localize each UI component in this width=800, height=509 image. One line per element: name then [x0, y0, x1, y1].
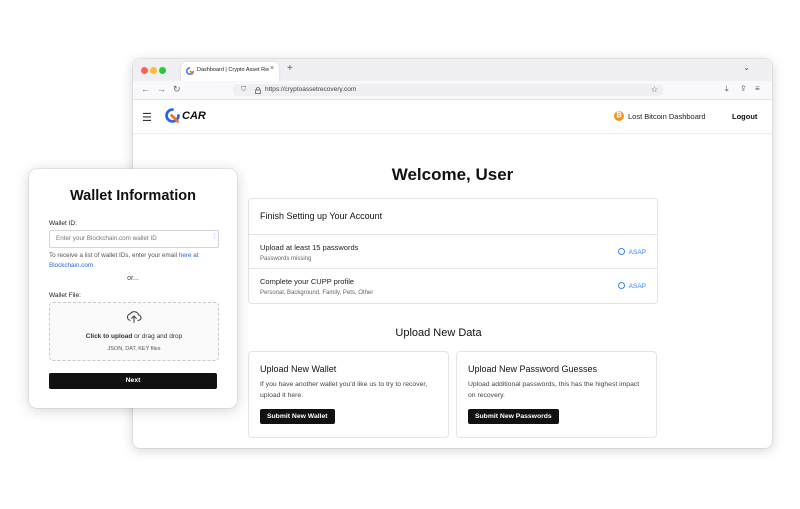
back-arrow-icon[interactable]: ← — [141, 84, 150, 94]
share-icon[interactable]: ⇪ — [740, 84, 747, 93]
input-cursor-icon: ⫶ — [213, 234, 215, 241]
setup-title: Finish Setting up Your Account — [260, 211, 383, 221]
or-divider: or... — [127, 275, 139, 282]
wallet-id-help-text: To receive a list of wallet IDs, enter y… — [49, 252, 199, 269]
new-tab-button[interactable]: + — [287, 63, 293, 74]
address-bar[interactable]: ⛉ https://cryptoassetrecovery.com ☆ — [233, 84, 663, 96]
submit-new-wallet-button[interactable]: Submit New Wallet — [260, 409, 335, 424]
wallet-information-modal: Wallet Information Wallet ID: Enter your… — [29, 169, 237, 408]
reload-icon[interactable]: ↻ — [173, 84, 181, 95]
minimize-window-button[interactable] — [150, 67, 157, 74]
lost-bitcoin-dashboard-link[interactable]: Lost Bitcoin Dashboard — [628, 112, 706, 121]
modal-title: Wallet Information — [70, 188, 196, 204]
car-logo-icon[interactable] — [164, 107, 181, 124]
url-text[interactable]: https://cryptoassetrecovery.com — [265, 86, 356, 93]
close-tab-icon[interactable]: × — [270, 65, 274, 72]
tab-title: Dashboard | Crypto Asset Reco — [197, 67, 269, 73]
setup-item[interactable]: Complete your CUPP profile Personal, Bac… — [249, 268, 657, 303]
hamburger-menu-icon[interactable]: ☰ — [142, 111, 152, 124]
wallet-id-label: Wallet ID: — [49, 220, 77, 227]
upload-wallet-description: If you have another wallet you'd like us… — [260, 381, 428, 399]
logout-button[interactable]: Logout — [732, 112, 757, 121]
cloud-upload-icon — [126, 311, 142, 323]
setup-item-subtitle: Personal, Background, Family, Pets, Othe… — [260, 290, 374, 296]
upload-wallet-card: Upload New Wallet If you have another wa… — [248, 351, 449, 438]
menu-icon[interactable]: ≡ — [755, 84, 760, 93]
submit-new-passwords-button[interactable]: Submit New Passwords — [468, 409, 559, 424]
wallet-file-label: Wallet File: — [49, 292, 81, 299]
bookmark-star-icon[interactable]: ☆ — [651, 85, 658, 94]
site-header: ☰ CAR ₿ Lost Bitcoin Dashboard Logout — [133, 100, 772, 134]
dropzone-file-types: JSON, DAT, KEY files — [107, 346, 161, 352]
car-logo-icon — [186, 67, 194, 75]
forward-arrow-icon[interactable]: → — [157, 84, 166, 94]
upload-wallet-title: Upload New Wallet — [260, 364, 337, 374]
asap-badge: ASAP — [617, 282, 646, 290]
setup-item-subtitle: Passwords missing — [260, 256, 312, 262]
wallet-file-dropzone[interactable]: Click to upload or drag and drop JSON, D… — [49, 302, 219, 361]
setup-card: Finish Setting up Your Account Upload at… — [248, 198, 658, 304]
wallet-id-placeholder: Enter your Blockchain.com wallet ID — [56, 235, 157, 242]
dropzone-text: Click to upload or drag and drop — [85, 333, 183, 340]
navigation-bar: ← → ↻ ⛉ https://cryptoassetrecovery.com … — [133, 81, 772, 100]
maximize-window-button[interactable] — [159, 67, 166, 74]
tab-dashboard[interactable]: Dashboard | Crypto Asset Reco × — [181, 62, 279, 81]
clock-icon — [617, 282, 625, 289]
asap-badge: ASAP — [617, 248, 646, 256]
setup-item-title: Complete your CUPP profile — [260, 277, 355, 286]
upload-passwords-description: Upload additional passwords, this has th… — [468, 381, 640, 399]
download-icon[interactable]: ⤓ — [725, 84, 729, 94]
wallet-id-input[interactable]: Enter your Blockchain.com wallet ID ⫶ — [49, 230, 219, 248]
tab-bar: Dashboard | Crypto Asset Reco × + ⌄ — [133, 59, 772, 81]
upload-passwords-title: Upload New Password Guesses — [468, 364, 598, 374]
shield-icon[interactable]: ⛉ — [241, 86, 246, 94]
bitcoin-icon: ₿ — [614, 111, 624, 121]
chevron-down-icon[interactable]: ⌄ — [743, 63, 750, 72]
setup-item[interactable]: Upload at least 15 passwords Passwords m… — [249, 234, 657, 269]
logo-text[interactable]: CAR — [182, 110, 206, 122]
setup-item-title: Upload at least 15 passwords — [260, 243, 359, 252]
upload-passwords-card: Upload New Password Guesses Upload addit… — [456, 351, 657, 438]
clock-icon — [617, 248, 625, 255]
close-window-button[interactable] — [141, 67, 148, 74]
lock-icon[interactable] — [255, 87, 261, 94]
next-button[interactable]: Next — [49, 373, 217, 389]
